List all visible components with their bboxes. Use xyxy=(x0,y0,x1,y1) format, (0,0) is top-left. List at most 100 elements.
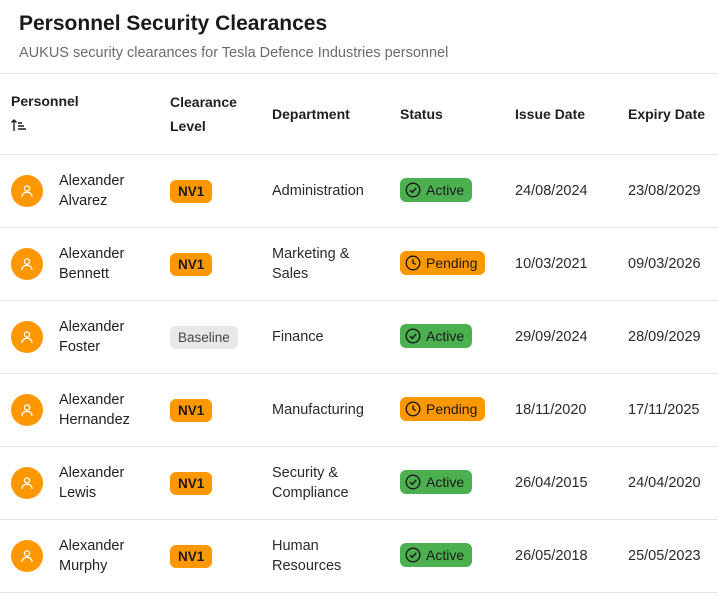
column-header-personnel-label: Personnel xyxy=(11,93,79,109)
expiry-date-cell: 24/04/2020 xyxy=(628,446,718,520)
expiry-date-cell: 09/03/2026 xyxy=(628,227,718,301)
department-cell: Manufacturing xyxy=(272,373,400,447)
department-line: Compliance xyxy=(272,485,349,501)
column-header-personnel[interactable]: Personnel xyxy=(0,74,170,155)
status-badge: Active xyxy=(400,178,473,202)
personnel-cell: Alexander Lewis xyxy=(0,446,170,520)
personnel-cell: Alexander Hernandez xyxy=(0,373,170,447)
person-icon xyxy=(11,175,43,207)
personnel-last-name: Murphy xyxy=(59,558,108,574)
department-line: Marketing & xyxy=(272,246,350,262)
expiry-date-cell: 17/11/2025 xyxy=(628,373,718,447)
clearance-level-badge: NV1 xyxy=(170,471,213,495)
status-badge: Pending xyxy=(400,251,486,275)
department-line: Manufacturing xyxy=(272,402,364,418)
status-label: Active xyxy=(426,328,465,344)
personnel-cell: Alexander Foster xyxy=(0,300,170,374)
column-header-status[interactable]: Status xyxy=(400,74,515,155)
issue-date-cell: 29/09/2024 xyxy=(515,300,628,374)
status-badge: Active xyxy=(400,324,473,348)
personnel-name: Alexander Hernandez xyxy=(59,390,139,430)
personnel-name: Alexander Lewis xyxy=(59,463,139,503)
issue-date-cell: 24/08/2024 xyxy=(515,154,628,228)
table-row[interactable]: Alexander Foster Baseline Finance Active… xyxy=(0,300,718,374)
issue-date-cell: 10/03/2021 xyxy=(515,227,628,301)
check-circle-icon xyxy=(405,328,426,344)
table-row[interactable]: Alexander Hernandez NV1 Manufacturing Pe… xyxy=(0,373,718,447)
status-badge: Active xyxy=(400,543,473,567)
page-header: Personnel Security Clearances AUKUS secu… xyxy=(0,0,718,74)
status-label: Active xyxy=(426,547,465,563)
person-icon xyxy=(11,248,43,280)
clearance-level-cell: NV1 xyxy=(170,227,272,301)
clock-icon xyxy=(405,255,426,271)
column-header-clearance-level-line2: Level xyxy=(170,118,206,134)
department-cell: Security & Compliance xyxy=(272,446,400,520)
personnel-last-name: Bennett xyxy=(59,266,109,282)
department-line: Resources xyxy=(272,558,342,574)
personnel-first-name: Alexander xyxy=(59,465,125,481)
status-cell: Active xyxy=(400,300,515,374)
check-circle-icon xyxy=(405,474,426,490)
page-title: Personnel Security Clearances xyxy=(19,12,328,35)
table-header-row: Personnel Clearance Level Department Sta… xyxy=(0,74,718,155)
person-icon xyxy=(11,540,43,572)
department-cell: Administration xyxy=(272,154,400,228)
status-badge: Active xyxy=(400,470,473,494)
expiry-date-cell: 23/08/2029 xyxy=(628,154,718,228)
clearance-level-badge: NV1 xyxy=(170,544,213,568)
table-body: Alexander Alvarez NV1 Administration Act… xyxy=(0,154,718,593)
status-cell: Active xyxy=(400,446,515,520)
column-header-issue-date[interactable]: Issue Date xyxy=(515,74,628,155)
personnel-first-name: Alexander xyxy=(59,392,125,408)
column-header-department[interactable]: Department xyxy=(272,74,400,155)
status-cell: Active xyxy=(400,519,515,593)
check-circle-icon xyxy=(405,182,426,198)
personnel-cell: Alexander Murphy xyxy=(0,519,170,593)
person-icon xyxy=(11,467,43,499)
clearance-level-badge: Baseline xyxy=(170,325,238,349)
table-row[interactable]: Alexander Murphy NV1 Human Resources Acti… xyxy=(0,519,718,593)
status-label: Pending xyxy=(426,401,478,417)
issue-date-cell: 18/11/2020 xyxy=(515,373,628,447)
column-header-clearance-level-line1: Clearance xyxy=(170,94,237,110)
department-line: Human xyxy=(272,538,319,554)
column-header-clearance-level[interactable]: Clearance Level xyxy=(170,74,272,155)
sort-ascending-icon[interactable] xyxy=(11,115,27,131)
personnel-last-name: Lewis xyxy=(59,485,97,501)
clearance-level-cell: NV1 xyxy=(170,446,272,520)
personnel-first-name: Alexander xyxy=(59,538,125,554)
department-cell: Marketing & Sales xyxy=(272,227,400,301)
issue-date-cell: 26/05/2018 xyxy=(515,519,628,593)
department-line: Sales xyxy=(272,266,309,282)
clearance-level-cell: NV1 xyxy=(170,373,272,447)
personnel-name: Alexander Foster xyxy=(59,317,139,357)
personnel-last-name: Hernandez xyxy=(59,412,130,428)
personnel-cell: Alexander Bennett xyxy=(0,227,170,301)
clearance-level-cell: NV1 xyxy=(170,519,272,593)
personnel-last-name: Alvarez xyxy=(59,193,108,209)
status-label: Active xyxy=(426,474,465,490)
personnel-name: Alexander Alvarez xyxy=(59,171,139,211)
department-cell: Finance xyxy=(272,300,400,374)
personnel-cell: Alexander Alvarez xyxy=(0,154,170,228)
status-badge: Pending xyxy=(400,397,486,421)
clearance-level-badge: NV1 xyxy=(170,252,213,276)
column-header-expiry-date[interactable]: Expiry Date xyxy=(628,74,718,155)
personnel-first-name: Alexander xyxy=(59,173,125,189)
clearances-table: Personnel Clearance Level Department Sta… xyxy=(0,74,718,593)
table-row[interactable]: Alexander Bennett NV1 Marketing & Sales P… xyxy=(0,227,718,301)
status-cell: Pending xyxy=(400,373,515,447)
table-row[interactable]: Alexander Alvarez NV1 Administration Act… xyxy=(0,154,718,228)
table-row[interactable]: Alexander Lewis NV1 Security & Compliance… xyxy=(0,446,718,520)
status-label: Pending xyxy=(426,255,478,271)
issue-date-cell: 26/04/2015 xyxy=(515,446,628,520)
personnel-first-name: Alexander xyxy=(59,319,125,335)
clearance-level-badge: NV1 xyxy=(170,179,213,203)
department-cell: Human Resources xyxy=(272,519,400,593)
person-icon xyxy=(11,321,43,353)
expiry-date-cell: 25/05/2023 xyxy=(628,519,718,593)
status-cell: Active xyxy=(400,154,515,228)
personnel-name: Alexander Bennett xyxy=(59,244,139,284)
status-cell: Pending xyxy=(400,227,515,301)
